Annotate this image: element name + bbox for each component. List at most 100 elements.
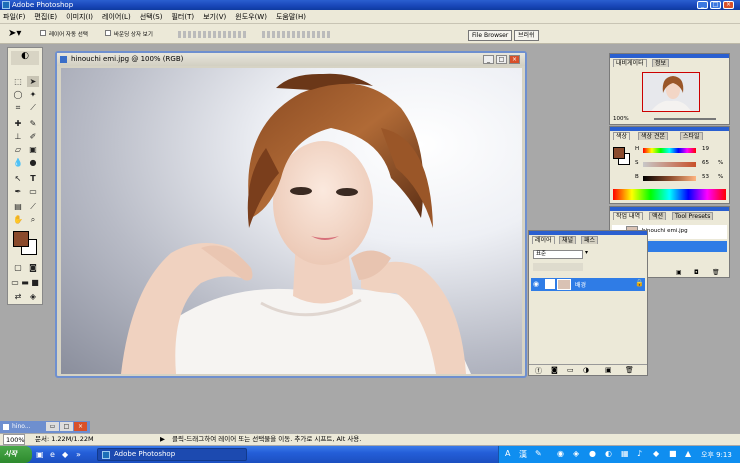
move-tool-icon[interactable]: ➤ (27, 76, 39, 87)
taskbar-app-button[interactable]: Adobe Photoshop (97, 448, 247, 461)
b-slider[interactable] (643, 176, 696, 181)
shape-tool-icon[interactable]: ▭ (27, 186, 39, 197)
minimized-close-button[interactable]: × (74, 422, 87, 431)
color-ramp[interactable] (613, 189, 726, 200)
navigator-thumbnail[interactable] (642, 72, 700, 112)
new-snapshot-icon[interactable]: ◘ (694, 269, 699, 276)
imageready-icon[interactable]: ◈ (27, 291, 39, 302)
eraser-tool-icon[interactable]: ▱ (12, 144, 24, 155)
brush-tool-icon[interactable]: ✎ (27, 118, 39, 129)
align-buttons[interactable] (178, 31, 248, 38)
tray-icon-2[interactable]: ◈ (573, 449, 579, 458)
navigator-panel-grip[interactable] (610, 54, 729, 58)
file-browser-tab[interactable]: File Browser (468, 30, 513, 41)
maximize-button[interactable]: □ (710, 1, 721, 9)
slice-tool-icon[interactable]: ⟋ (27, 102, 39, 113)
hand-tool-icon[interactable]: ✋ (12, 214, 24, 225)
start-button[interactable]: 시작 (0, 446, 32, 463)
history-delete-icon[interactable]: 🗑 (712, 269, 720, 276)
menu-window[interactable]: 윈도우(W) (235, 12, 267, 22)
tray-volume-icon[interactable]: ♪ (637, 449, 642, 458)
lasso-tool-icon[interactable]: ◯ (12, 89, 24, 100)
minimized-document[interactable]: hino... ▭ □ × (0, 421, 90, 433)
menu-view[interactable]: 보기(V) (203, 12, 226, 22)
show-bounds-checkbox[interactable] (105, 30, 111, 36)
tab-color[interactable]: 색상 (613, 132, 631, 140)
b-value[interactable]: 53 (702, 174, 709, 180)
foreground-color-swatch[interactable] (13, 231, 29, 247)
layer-style-icon[interactable]: ⓕ (535, 366, 542, 376)
clone-stamp-icon[interactable]: ⊥ (12, 131, 24, 142)
tab-paths[interactable]: 패스 (581, 236, 599, 244)
auto-select-checkbox[interactable] (40, 30, 46, 36)
eye-logo-icon[interactable]: ◐ (11, 51, 39, 65)
adjustment-layer-icon[interactable]: ◑ (583, 366, 589, 374)
doc-close-button[interactable]: × (509, 55, 520, 64)
blur-tool-icon[interactable]: 💧 (12, 157, 24, 168)
menu-layer[interactable]: 레이어(L) (102, 12, 131, 22)
tab-navigator[interactable]: 내비게이터 (613, 59, 647, 67)
history-brush-icon[interactable]: ✐ (27, 131, 39, 142)
path-selection-icon[interactable]: ↖ (12, 173, 24, 184)
new-set-icon[interactable]: ▭ (567, 366, 574, 374)
crop-tool-icon[interactable]: ⌗ (12, 102, 24, 113)
tray-network-icon[interactable]: ▦ (621, 449, 629, 458)
menu-file[interactable]: 파일(F) (3, 12, 25, 22)
chevron-down-icon[interactable]: ▾ (585, 249, 588, 256)
status-doc-size[interactable]: 문서: 1.22M/1.22M (35, 434, 94, 445)
tray-icon-6[interactable]: ■ (669, 449, 677, 458)
status-zoom[interactable]: 100% (3, 434, 25, 445)
brushes-tab[interactable]: 브러쉬 (514, 30, 539, 41)
tab-history[interactable]: 작업 내역 (613, 212, 643, 220)
color-panel-foreground-swatch[interactable] (613, 147, 625, 159)
h-value[interactable]: 19 (702, 146, 709, 152)
screen-mode-full-icon[interactable]: ■ (30, 277, 40, 288)
screen-mode-standard-icon[interactable]: ▭ (10, 277, 20, 288)
type-tool-icon[interactable]: T (27, 173, 39, 184)
gradient-tool-icon[interactable]: ▣ (27, 144, 39, 155)
s-value[interactable]: 65 (702, 160, 709, 166)
menu-edit[interactable]: 편집(E) (34, 12, 57, 22)
menu-image[interactable]: 이미지(I) (66, 12, 93, 22)
tray-icon-7[interactable]: ▲ (685, 449, 691, 458)
distribute-buttons[interactable] (262, 31, 332, 38)
color-panel-grip[interactable] (610, 127, 729, 131)
screen-mode-full-menu-icon[interactable]: ▬ (20, 277, 30, 288)
quicklaunch-desktop-icon[interactable]: ▣ (36, 450, 44, 459)
tab-styles[interactable]: 스타일 (680, 132, 703, 140)
magic-wand-tool-icon[interactable]: ✦ (27, 89, 39, 100)
close-button[interactable]: × (723, 1, 734, 9)
quicklaunch-ie-icon[interactable]: e (50, 450, 55, 459)
minimized-maximize-button[interactable]: □ (60, 422, 73, 431)
doc-maximize-button[interactable]: □ (496, 55, 507, 64)
clock[interactable]: 오후 9:13 (701, 450, 732, 460)
tab-tool-presets[interactable]: Tool Presets (672, 212, 714, 220)
h-slider[interactable] (643, 148, 696, 153)
menu-filter[interactable]: 필터(T) (171, 12, 194, 22)
menu-select[interactable]: 선택(S) (140, 12, 163, 22)
move-tool-preset-icon[interactable]: ➤▾ (8, 28, 21, 39)
image-canvas[interactable] (61, 68, 522, 374)
history-panel-grip[interactable] (610, 207, 729, 211)
layers-panel-grip[interactable] (529, 231, 647, 235)
navigator-zoom-value[interactable]: 100% (613, 116, 629, 122)
tray-icon-1[interactable]: ◉ (557, 449, 564, 458)
tray-icon-3[interactable]: ● (589, 449, 596, 458)
layer-visibility-eye-icon[interactable]: ◉ (533, 280, 539, 288)
blend-mode-select[interactable]: 표준 (533, 250, 583, 259)
s-slider[interactable] (643, 162, 696, 167)
quick-mask-icon[interactable]: ◙ (27, 262, 39, 273)
marquee-tool-icon[interactable]: ⬚ (12, 76, 24, 87)
minimize-button[interactable]: _ (697, 1, 708, 9)
standard-mode-icon[interactable]: ▢ (12, 262, 24, 273)
document-title-bar[interactable]: hinouchi emi.jpg @ 100% (RGB) _ □ × (57, 53, 525, 66)
quicklaunch-expand-icon[interactable]: » (76, 450, 81, 459)
doc-minimize-button[interactable]: _ (483, 55, 494, 64)
layer-row[interactable]: ◉ 배경 🔒 (531, 278, 645, 291)
menu-help[interactable]: 도움말(H) (276, 12, 306, 22)
tab-info[interactable]: 정보 (652, 59, 670, 67)
notes-tool-icon[interactable]: ▤ (12, 201, 24, 212)
layer-mask-icon[interactable]: ◙ (551, 366, 558, 374)
tab-actions[interactable]: 액션 (649, 212, 667, 220)
eyedropper-tool-icon[interactable]: ⟋ (27, 201, 39, 212)
